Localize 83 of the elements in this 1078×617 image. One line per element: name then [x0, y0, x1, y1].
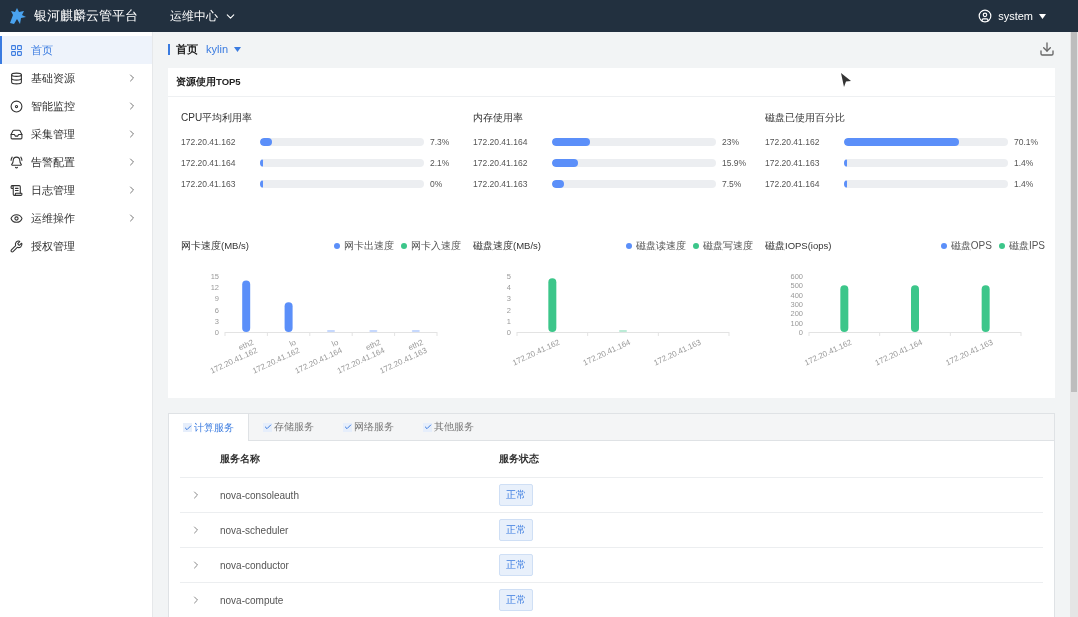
sidebar-item[interactable]: 运维操作	[0, 204, 152, 232]
host-ip: 172.20.41.164	[181, 157, 237, 168]
usage-value: 7.5%	[722, 178, 742, 189]
cursor-icon	[840, 72, 852, 88]
status-tag: 正常	[499, 519, 533, 541]
status-tag: 正常	[499, 484, 533, 506]
host-ip: 172.20.41.163	[473, 178, 529, 189]
bar	[840, 285, 849, 332]
usage-value: 1.4%	[1014, 157, 1034, 168]
bar	[242, 280, 251, 332]
legend-label: 网卡出速度	[344, 239, 394, 253]
menu-dropdown[interactable]: 运维中心	[166, 5, 241, 27]
user-menu[interactable]: system	[976, 7, 1048, 25]
sidebar-item[interactable]: 日志管理	[0, 176, 152, 204]
host-ip: 172.20.41.162	[181, 136, 237, 147]
legend-label: 磁盘读速度	[636, 239, 686, 253]
sidebar-item[interactable]: 智能监控	[0, 92, 152, 120]
legend-label: 磁盘IPS	[1008, 239, 1045, 253]
column-header: 服务名称	[220, 452, 261, 466]
logo-icon	[8, 7, 28, 25]
service-name: nova-scheduler	[220, 524, 290, 536]
metric-title: 内存使用率	[473, 111, 524, 125]
service-tab[interactable]: 网络服务	[329, 414, 409, 440]
check-icon	[263, 422, 272, 432]
download-button[interactable]	[1039, 41, 1055, 57]
service-tab[interactable]: 存储服务	[249, 414, 329, 440]
user-icon	[978, 9, 993, 23]
column-header: 服务状态	[499, 452, 540, 466]
menu-icon	[10, 43, 23, 57]
app-title: 银河麒麟云管平台	[34, 7, 139, 25]
menu-icon	[10, 99, 23, 113]
usage-value: 70.1%	[1014, 136, 1039, 147]
host-ip: 172.20.41.164	[765, 178, 821, 189]
menu-icon	[10, 71, 23, 85]
menu-icon	[10, 155, 23, 169]
chart-title: 磁盘IOPS(iops)	[765, 239, 833, 253]
bar	[284, 302, 293, 332]
legend-label: 磁盘OPS	[950, 239, 992, 253]
caret-icon	[1039, 13, 1046, 19]
sidebar-item[interactable]: 采集管理	[0, 120, 152, 148]
sidebar-item[interactable]: 基础资源	[0, 64, 152, 92]
check-icon	[183, 423, 192, 432]
menu-icon	[10, 183, 23, 197]
service-tab[interactable]: 计算服务	[169, 414, 249, 441]
menu-icon	[10, 127, 23, 141]
bar	[911, 285, 919, 332]
usage-value: 23%	[722, 136, 739, 147]
sidebar-item[interactable]: 授权管理	[0, 232, 152, 260]
usage-value: 7.3%	[430, 136, 450, 147]
usage-value: 2.1%	[430, 157, 450, 168]
status-tag: 正常	[499, 554, 533, 576]
card-title: 资源使用TOP5	[176, 75, 241, 89]
host-ip: 172.20.41.162	[765, 136, 821, 147]
menu-icon	[10, 211, 23, 225]
usage-value: 0%	[430, 178, 443, 189]
host-ip: 172.20.41.163	[181, 178, 237, 189]
host-ip: 172.20.41.162	[473, 157, 529, 168]
scrollbar[interactable]	[1070, 32, 1078, 617]
host-ip: 172.20.41.163	[765, 157, 821, 168]
bar	[981, 285, 990, 332]
sidebar-item[interactable]: 首页	[0, 36, 152, 64]
service-name: nova-conductor	[220, 559, 290, 571]
page-title: 首页	[176, 41, 198, 57]
service-name: nova-compute	[220, 594, 285, 606]
sidebar-item[interactable]: 告警配置	[0, 148, 152, 176]
metric-title: CPU平均利用率	[181, 111, 254, 125]
check-icon	[343, 422, 352, 432]
chart-title: 磁盘速度(MB/s)	[473, 239, 542, 253]
project-dropdown[interactable]: kylin	[204, 43, 243, 55]
menu-icon	[10, 239, 23, 253]
metric-title: 磁盘已使用百分比	[765, 111, 846, 125]
bar	[548, 278, 557, 332]
service-name: nova-consoleauth	[220, 489, 300, 501]
usage-value: 15.9%	[722, 157, 747, 168]
chart-title: 网卡速度(MB/s)	[181, 239, 250, 253]
check-icon	[423, 422, 432, 432]
caret-icon	[234, 46, 241, 52]
legend-label: 网卡入速度	[411, 239, 461, 253]
status-tag: 正常	[499, 589, 533, 611]
host-ip: 172.20.41.164	[473, 136, 529, 147]
legend-label: 磁盘写速度	[703, 239, 753, 253]
usage-value: 1.4%	[1014, 178, 1034, 189]
service-tab[interactable]: 其他服务	[409, 414, 489, 440]
